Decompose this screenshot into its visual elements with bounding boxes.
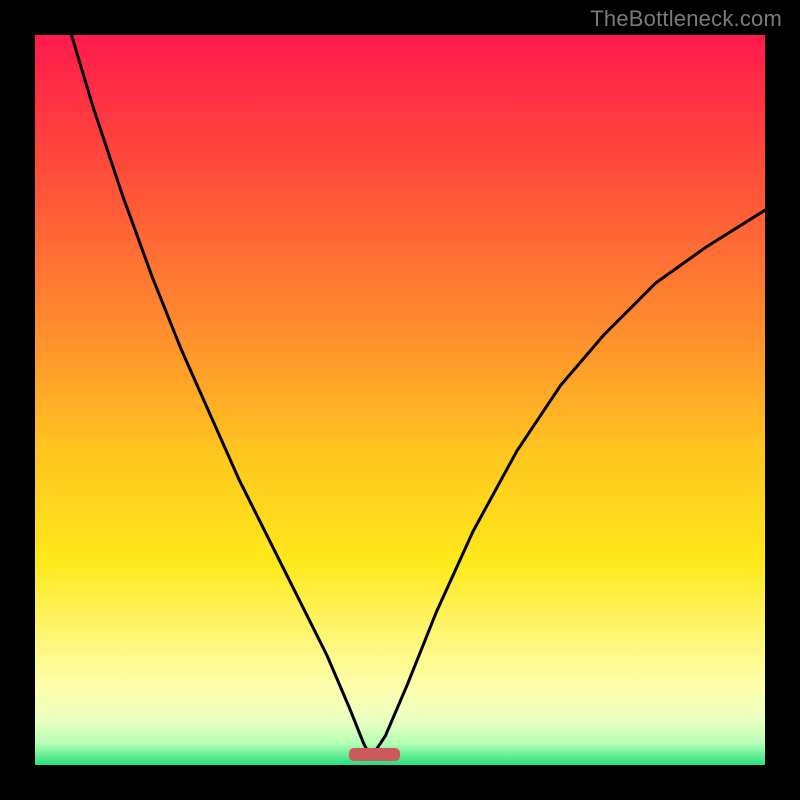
plot-background <box>35 35 765 765</box>
chart-frame: TheBottleneck.com <box>0 0 800 800</box>
bottleneck-chart <box>0 0 800 800</box>
minimum-marker <box>349 748 400 761</box>
